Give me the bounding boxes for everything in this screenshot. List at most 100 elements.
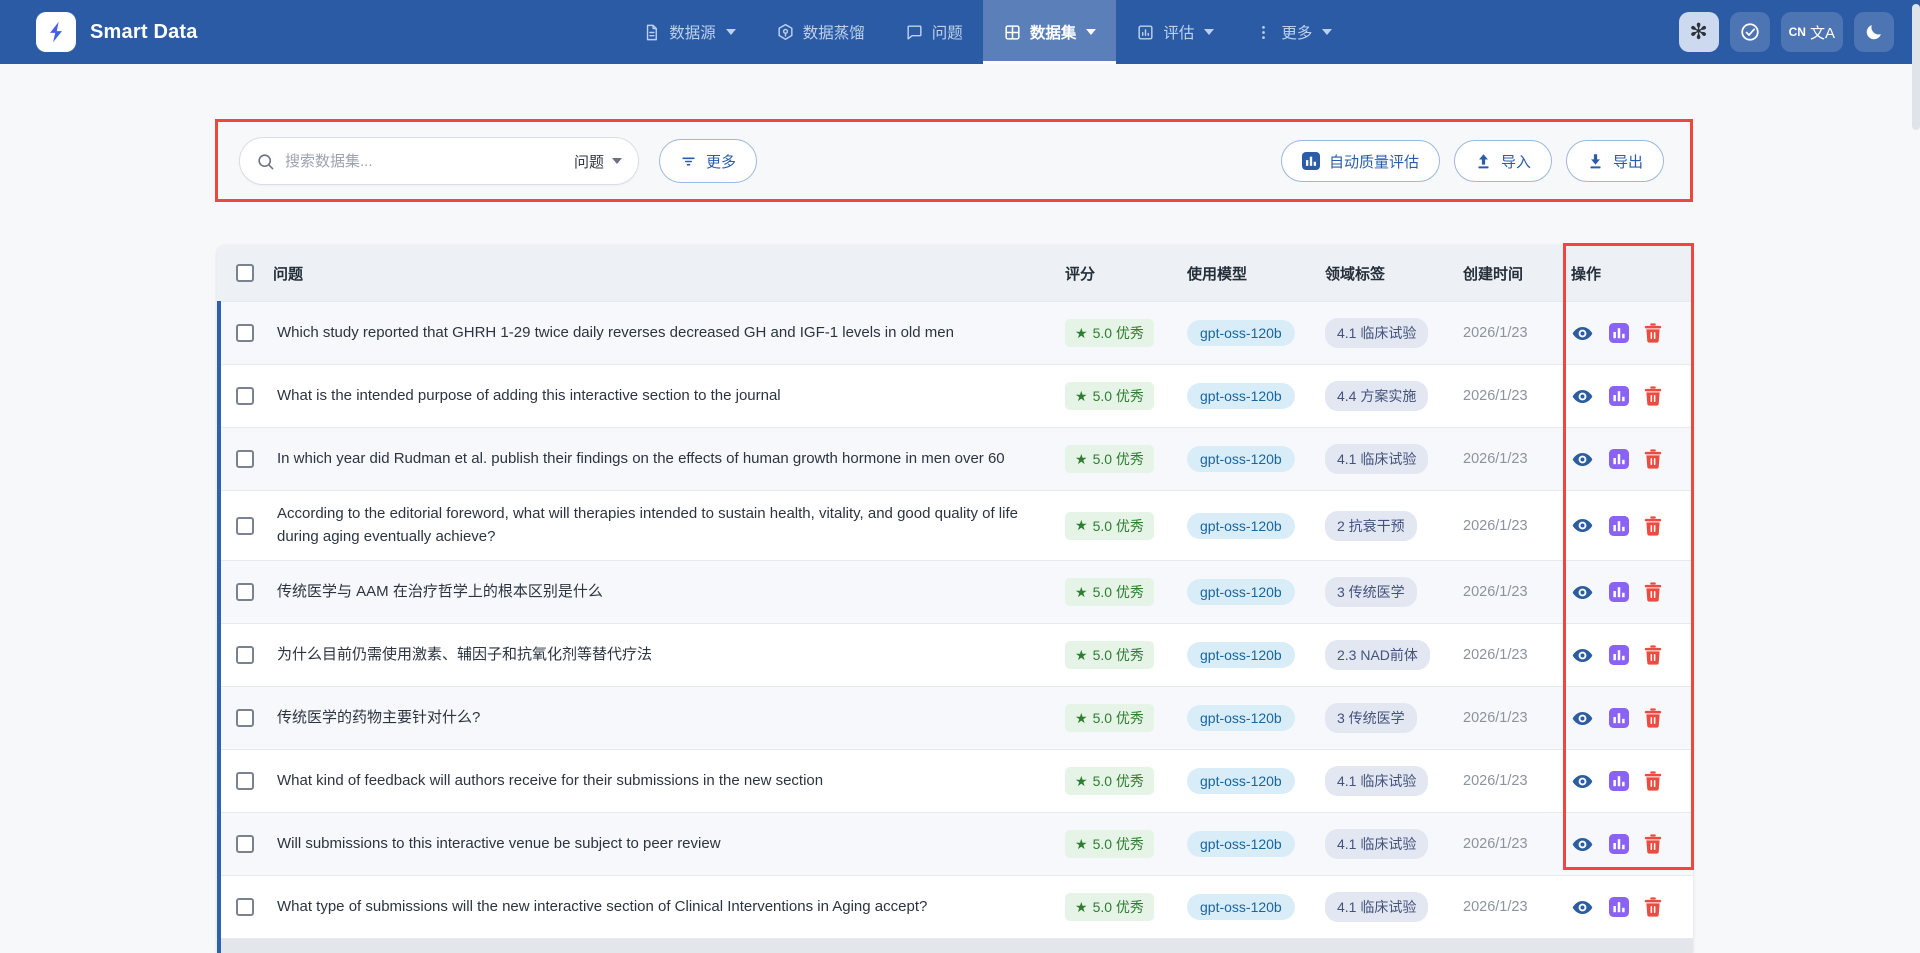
- header-created: 创建时间: [1463, 263, 1523, 284]
- row-checkbox[interactable]: [236, 772, 254, 790]
- analytics-button[interactable]: [1609, 834, 1629, 854]
- view-button[interactable]: [1571, 707, 1594, 730]
- created-date: 2026/1/23: [1463, 836, 1528, 852]
- created-date: 2026/1/23: [1463, 773, 1528, 789]
- table-row: What kind of feedback will authors recei…: [221, 749, 1693, 812]
- header-tag: 领域标签: [1325, 263, 1385, 284]
- row-checkbox[interactable]: [236, 450, 254, 468]
- eval-chart-icon: [1136, 23, 1155, 42]
- top-navbar: Smart Data 数据源 数据蒸馏 问题: [0, 0, 1920, 64]
- delete-button[interactable]: [1644, 516, 1662, 536]
- select-all-checkbox[interactable]: [236, 264, 254, 282]
- delete-button[interactable]: [1644, 582, 1662, 602]
- delete-button[interactable]: [1644, 645, 1662, 665]
- search-type-value: 问题: [574, 151, 604, 172]
- auto-quality-eval-button[interactable]: 自动质量评估: [1281, 140, 1440, 182]
- view-button[interactable]: [1571, 385, 1594, 408]
- delete-button[interactable]: [1644, 323, 1662, 343]
- question-text: According to the editorial foreword, wha…: [277, 503, 1041, 548]
- trash-icon: [1644, 323, 1662, 343]
- row-checkbox[interactable]: [236, 387, 254, 405]
- score-text: 5.0 优秀: [1093, 582, 1144, 602]
- analytics-button[interactable]: [1609, 386, 1629, 406]
- model-badge: gpt-oss-120b: [1187, 383, 1295, 409]
- analytics-button[interactable]: [1609, 323, 1629, 343]
- search-type-select[interactable]: 问题: [560, 151, 622, 172]
- row-checkbox[interactable]: [236, 709, 254, 727]
- analytics-button[interactable]: [1609, 897, 1629, 917]
- analytics-button[interactable]: [1609, 516, 1629, 536]
- view-button[interactable]: [1571, 833, 1594, 856]
- view-button[interactable]: [1571, 514, 1594, 537]
- export-button[interactable]: 导出: [1566, 140, 1664, 182]
- score-text: 5.0 优秀: [1093, 645, 1144, 665]
- delete-button[interactable]: [1644, 386, 1662, 406]
- eye-icon: [1571, 707, 1594, 730]
- bar-chart-icon: [1609, 582, 1629, 602]
- delete-button[interactable]: [1644, 449, 1662, 469]
- view-button[interactable]: [1571, 448, 1594, 471]
- table-row-partial: [221, 938, 1693, 953]
- delete-button[interactable]: [1644, 897, 1662, 917]
- trash-icon: [1644, 449, 1662, 469]
- created-date: 2026/1/23: [1463, 325, 1528, 341]
- row-checkbox[interactable]: [236, 898, 254, 916]
- star-icon: ★: [1075, 517, 1088, 534]
- view-button[interactable]: [1571, 581, 1594, 604]
- nav-item-datasource[interactable]: 数据源: [622, 0, 756, 64]
- download-icon: [1587, 153, 1604, 170]
- task-status-button[interactable]: [1730, 12, 1770, 52]
- row-checkbox[interactable]: [236, 583, 254, 601]
- score-badge: ★ 5.0 优秀: [1065, 512, 1154, 540]
- import-button[interactable]: 导入: [1454, 140, 1552, 182]
- delete-button[interactable]: [1644, 708, 1662, 728]
- score-text: 5.0 优秀: [1093, 834, 1144, 854]
- analytics-button[interactable]: [1609, 449, 1629, 469]
- auto-quality-eval-label: 自动质量评估: [1329, 151, 1419, 172]
- created-date: 2026/1/23: [1463, 518, 1528, 534]
- score-text: 5.0 优秀: [1093, 386, 1144, 406]
- model-provider-button[interactable]: ✻: [1679, 12, 1719, 52]
- document-icon: [642, 23, 661, 42]
- score-text: 5.0 优秀: [1093, 516, 1144, 536]
- view-button[interactable]: [1571, 896, 1594, 919]
- search-input[interactable]: [285, 153, 560, 170]
- app-logo-icon[interactable]: [36, 12, 76, 52]
- analytics-button[interactable]: [1609, 771, 1629, 791]
- nav-item-questions[interactable]: 问题: [885, 0, 983, 64]
- row-checkbox[interactable]: [236, 646, 254, 664]
- analytics-button[interactable]: [1609, 708, 1629, 728]
- view-button[interactable]: [1571, 770, 1594, 793]
- scrollbar-thumb[interactable]: [1912, 4, 1920, 130]
- domain-tag-badge: 4.1 临床试验: [1325, 318, 1428, 348]
- star-icon: ★: [1075, 388, 1088, 405]
- star-icon: ★: [1075, 899, 1088, 916]
- model-badge: gpt-oss-120b: [1187, 513, 1295, 539]
- view-button[interactable]: [1571, 322, 1594, 345]
- trash-icon: [1644, 645, 1662, 665]
- row-checkbox[interactable]: [236, 835, 254, 853]
- analytics-button[interactable]: [1609, 582, 1629, 602]
- view-button[interactable]: [1571, 644, 1594, 667]
- nav-item-more[interactable]: 更多: [1234, 0, 1352, 64]
- nav-item-datasets[interactable]: 数据集: [983, 0, 1117, 64]
- nav-item-evaluation[interactable]: 评估: [1116, 0, 1234, 64]
- bar-chart-icon: [1609, 516, 1629, 536]
- eye-icon: [1571, 448, 1594, 471]
- delete-button[interactable]: [1644, 771, 1662, 791]
- domain-tag-badge: 4.1 临床试验: [1325, 829, 1428, 859]
- domain-tag-badge: 4.4 方案实施: [1325, 381, 1428, 411]
- scrollbar[interactable]: [1912, 0, 1920, 953]
- analytics-button[interactable]: [1609, 645, 1629, 665]
- chevron-down-icon: [1086, 29, 1096, 35]
- nav-item-distill[interactable]: 数据蒸馏: [756, 0, 885, 64]
- theme-toggle-button[interactable]: [1854, 12, 1894, 52]
- delete-button[interactable]: [1644, 834, 1662, 854]
- row-checkbox[interactable]: [236, 517, 254, 535]
- model-badge: gpt-oss-120b: [1187, 446, 1295, 472]
- eye-icon: [1571, 644, 1594, 667]
- dataset-table: 问题 评分 使用模型 领域标签 创建时间 操作 Which study repo…: [217, 245, 1693, 953]
- more-filters-button[interactable]: 更多: [659, 139, 757, 183]
- language-toggle-button[interactable]: CN 文A: [1781, 12, 1843, 52]
- row-checkbox[interactable]: [236, 324, 254, 342]
